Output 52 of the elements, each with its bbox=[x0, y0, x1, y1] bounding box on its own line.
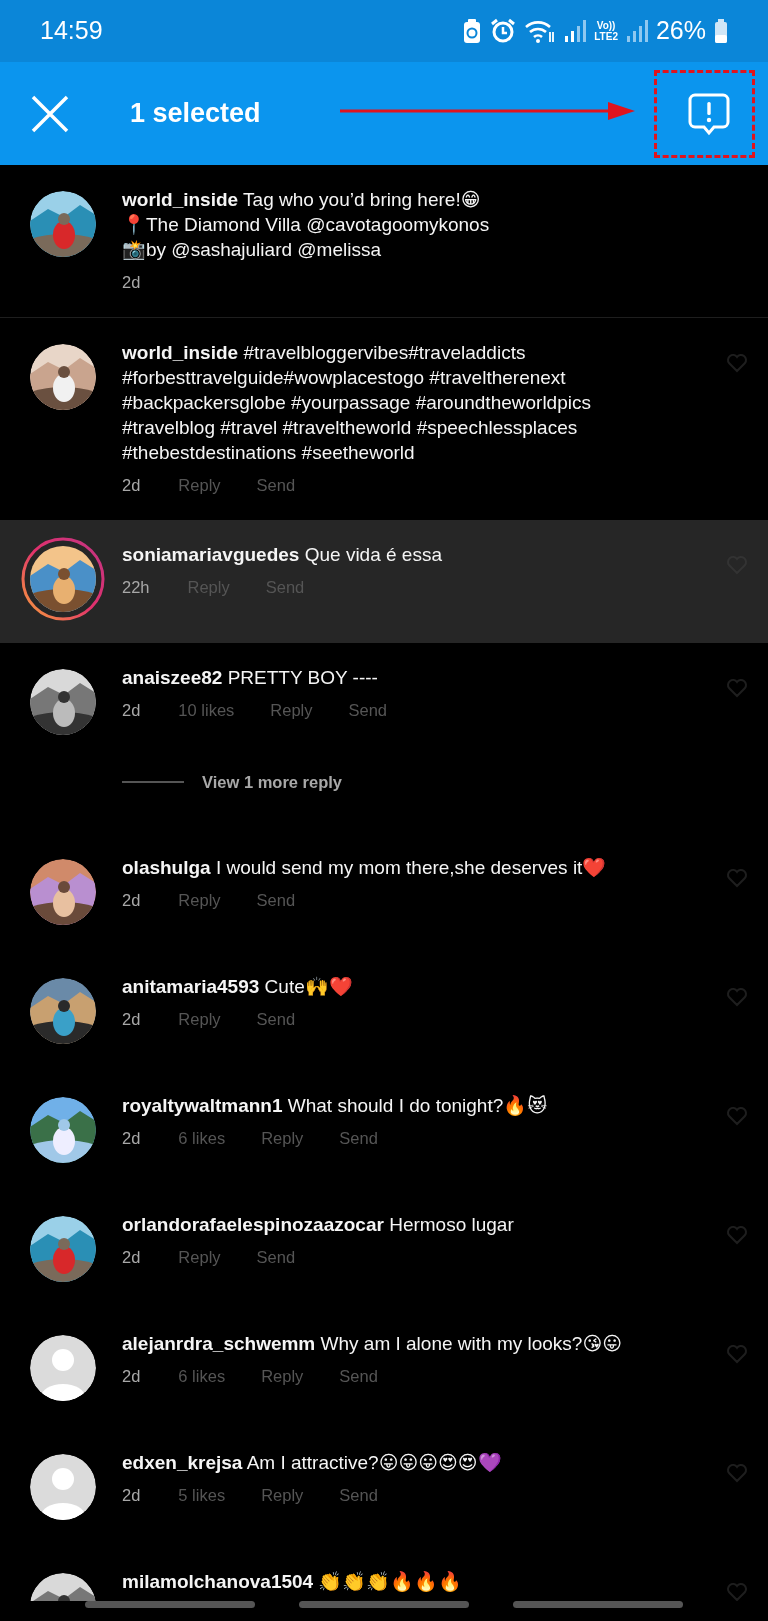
comment-row[interactable]: anaiszee82 PRETTY BOY ---- 2d 10 likes Reply Send bbox=[0, 643, 768, 757]
timestamp: 2d bbox=[122, 1009, 141, 1030]
comment-text: anaiszee82 PRETTY BOY ---- bbox=[122, 666, 379, 690]
caption-text: world_inside Tag who you’d bring here!😁 📍The Diamond Villa @cavotagoomykonos 📸by @sashajuliard @melissa bbox=[122, 188, 491, 262]
comment-row[interactable]: edxen_krejsa Am I attractive?😛😛😛😍😍💜 2d 5 likes Reply Send bbox=[0, 1428, 768, 1547]
comment-text: soniamariavguedes Que vida é essa bbox=[122, 543, 443, 567]
wifi-icon bbox=[524, 18, 557, 44]
timestamp: 2d bbox=[122, 1128, 141, 1149]
comment-text: olashulga I would send my mom there,she deserves it❤ bbox=[122, 856, 608, 880]
timestamp: 2d bbox=[122, 700, 141, 721]
timestamp: 2d bbox=[122, 272, 141, 293]
network-label: Vo)) LTE2 bbox=[594, 20, 618, 42]
username-link[interactable]: world_inside bbox=[122, 342, 239, 363]
timestamp: 2d bbox=[122, 890, 141, 911]
alarm-icon bbox=[490, 18, 517, 44]
comment-text: edxen_krejsa Am I attractive?😛😛😛😍😍💜 bbox=[122, 1451, 503, 1475]
comment-text: milamolchanova1504 👏👏👏🔥🔥🔥 bbox=[122, 1570, 464, 1594]
comment-text: anitamaria4593 Cute🙌❤ bbox=[122, 975, 354, 999]
comment-text: alejanrdra_schwemm Why am I alone with my looks?😘😛 bbox=[122, 1332, 624, 1356]
comment-row[interactable]: alejanrdra_schwemm Why am I alone with my looks?😘😛 2d 6 likes Reply Send bbox=[0, 1309, 768, 1428]
comment-row[interactable]: olashulga I would send my mom there,she deserves it❤ 2d Reply Send bbox=[0, 833, 768, 952]
comment-text: world_inside #travelbloggervibes#traveladdicts #forbesttravelguide#wowplacestogo #traveltherenext #backpackersglobe #yourpassage #aroundtheworldpics #travelblog #travel #traveltheworld #speechlessplaces #thebestdestinations #seetheworld bbox=[122, 341, 592, 465]
battery-saver-icon bbox=[462, 18, 483, 44]
username-link[interactable]: royaltywaltmann1 bbox=[122, 1095, 283, 1116]
timestamp: 2d bbox=[122, 1247, 141, 1268]
close-button[interactable] bbox=[30, 93, 70, 134]
signal-icon bbox=[564, 19, 587, 43]
clock: 14:59 bbox=[40, 15, 103, 47]
battery-percentage: 26% bbox=[655, 15, 706, 47]
username-link[interactable]: orlandorafaelespinozaazocar bbox=[122, 1214, 384, 1235]
timestamp: 22h bbox=[122, 577, 150, 598]
username-link[interactable]: alejanrdra_schwemm bbox=[122, 1333, 316, 1354]
timestamp: 2d bbox=[122, 475, 141, 496]
selection-count: 1 selected bbox=[130, 97, 261, 131]
comment-row[interactable]: orlandorafaelespinozaazocar Hermoso lugar 2d Reply Send bbox=[0, 1190, 768, 1309]
username-link[interactable]: edxen_krejsa bbox=[122, 1452, 243, 1473]
signal-icon bbox=[625, 19, 648, 43]
timestamp: 2d bbox=[122, 1485, 141, 1506]
caption-row[interactable]: world_inside Tag who you’d bring here!😁 📍The Diamond Villa @cavotagoomykonos 📸by @sashajuliard @melissa 2d bbox=[0, 165, 768, 318]
username-link[interactable]: milamolchanova1504 bbox=[122, 1571, 314, 1592]
view-replies-button[interactable]: View 1 more reply bbox=[202, 769, 343, 795]
comment-text: royaltywaltmann1 What should I do tonight?🔥😻 bbox=[122, 1094, 549, 1118]
comment-text: orlandorafaelespinozaazocar Hermoso lugar bbox=[122, 1213, 515, 1237]
username-link[interactable]: anitamaria4593 bbox=[122, 976, 260, 997]
timestamp: 2d bbox=[122, 1366, 141, 1387]
username-link[interactable]: soniamariavguedes bbox=[122, 544, 300, 565]
comment-row[interactable]: royaltywaltmann1 What should I do tonight?🔥😻 2d 6 likes Reply Send bbox=[0, 1071, 768, 1190]
username-link[interactable]: anaiszee82 bbox=[122, 667, 223, 688]
username-link[interactable]: olashulga bbox=[122, 857, 211, 878]
comment-row[interactable]: anitamaria4593 Cute🙌❤ 2d Reply Send bbox=[0, 952, 768, 1071]
battery-icon bbox=[714, 18, 728, 44]
username-link[interactable]: world_inside bbox=[122, 189, 239, 210]
